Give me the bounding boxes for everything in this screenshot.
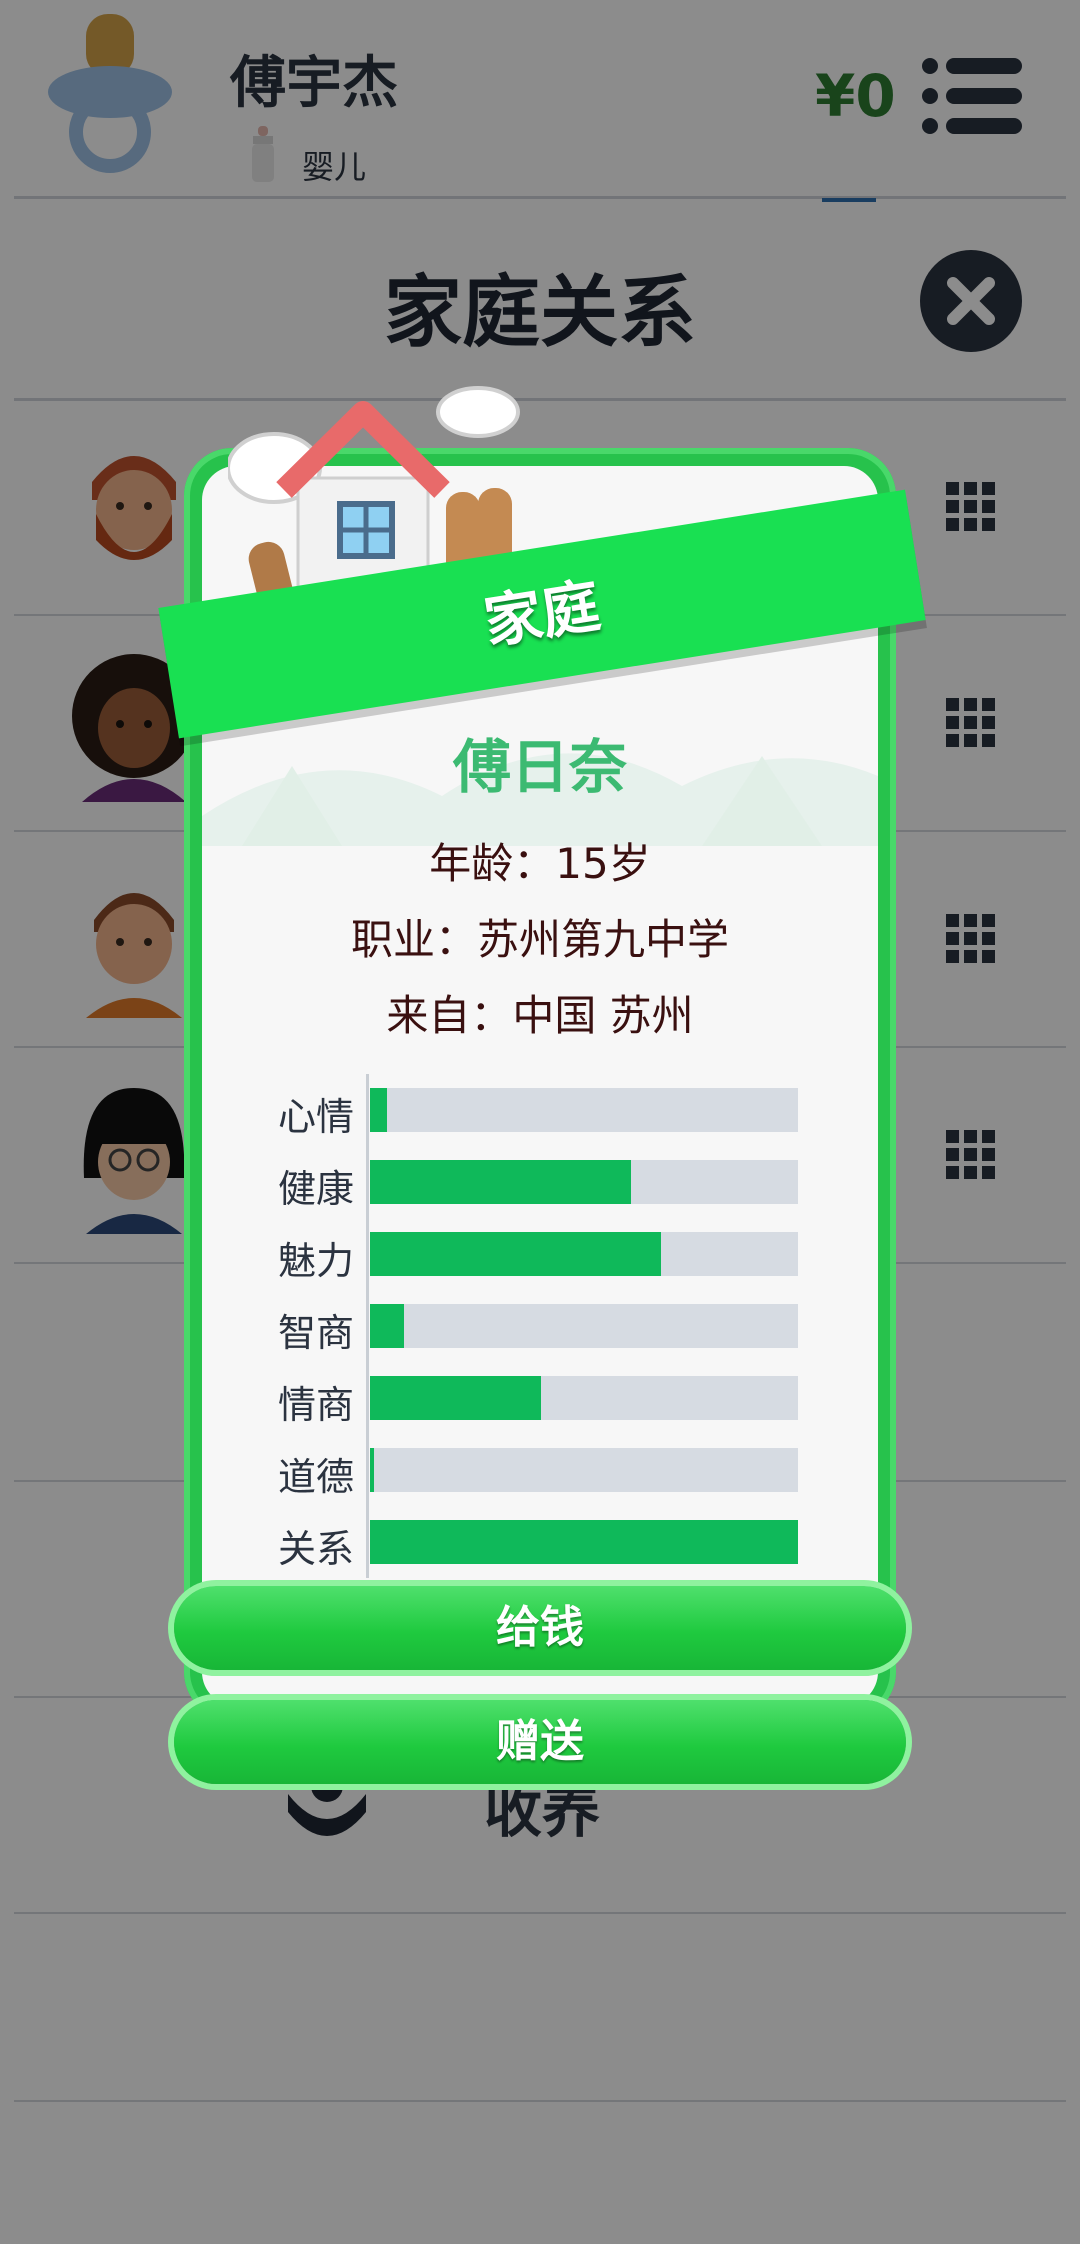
stat-fill bbox=[370, 1520, 798, 1564]
stat-track bbox=[370, 1448, 798, 1492]
stat-track bbox=[370, 1520, 798, 1564]
stat-divider bbox=[366, 1506, 369, 1578]
stat-label: 健康 bbox=[277, 1167, 354, 1211]
stat-row-morality: 道德 bbox=[258, 1434, 798, 1506]
stat-divider bbox=[366, 1218, 369, 1290]
stat-label: 智商 bbox=[277, 1311, 354, 1355]
member-origin: 来自：中国 苏州 bbox=[386, 991, 694, 1040]
stat-fill bbox=[370, 1160, 632, 1204]
stat-fill bbox=[370, 1448, 375, 1492]
stat-fill bbox=[370, 1232, 662, 1276]
stat-divider bbox=[366, 1074, 369, 1146]
stat-label: 心情 bbox=[277, 1095, 354, 1139]
stat-fill bbox=[370, 1304, 405, 1348]
stat-divider bbox=[366, 1290, 369, 1362]
member-occupation: 职业：苏州第九中学 bbox=[350, 915, 729, 964]
stat-track bbox=[370, 1376, 798, 1420]
stat-label: 道德 bbox=[277, 1455, 354, 1499]
stat-track bbox=[370, 1160, 798, 1204]
member-name: 傅日奈 bbox=[452, 733, 627, 801]
stat-row-iq: 智商 bbox=[258, 1290, 798, 1362]
stat-row-charm: 魅力 bbox=[258, 1218, 798, 1290]
stat-divider bbox=[366, 1362, 369, 1434]
stat-label: 情商 bbox=[277, 1383, 354, 1427]
stat-label: 关系 bbox=[277, 1527, 354, 1571]
stat-label: 魅力 bbox=[277, 1239, 354, 1283]
stat-row-relationship: 关系 bbox=[258, 1506, 798, 1578]
give-money-button[interactable]: 给钱 bbox=[174, 1586, 906, 1670]
stat-row-health: 健康 bbox=[258, 1146, 798, 1218]
stat-fill bbox=[370, 1088, 388, 1132]
gift-label: 赠送 bbox=[496, 1716, 584, 1767]
stat-track bbox=[370, 1088, 798, 1132]
stat-divider bbox=[366, 1146, 369, 1218]
member-age: 年龄：15岁 bbox=[429, 839, 651, 888]
give-money-label: 给钱 bbox=[496, 1602, 584, 1653]
stat-divider bbox=[366, 1434, 369, 1506]
gift-button[interactable]: 赠送 bbox=[174, 1700, 906, 1784]
stat-track bbox=[370, 1232, 798, 1276]
stat-track bbox=[370, 1304, 798, 1348]
stat-row-mood: 心情 bbox=[258, 1074, 798, 1146]
stat-fill bbox=[370, 1376, 542, 1420]
stat-row-eq: 情商 bbox=[258, 1362, 798, 1434]
